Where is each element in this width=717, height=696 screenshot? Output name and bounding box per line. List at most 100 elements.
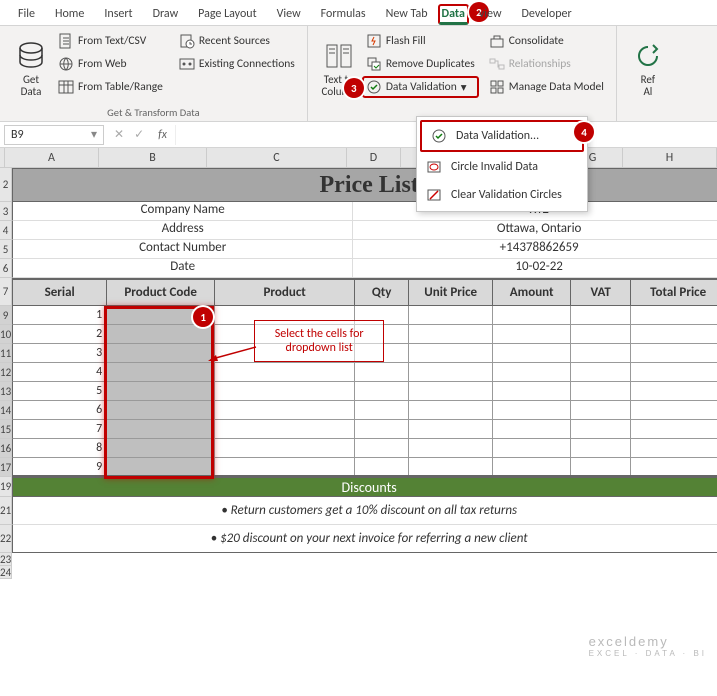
from-text-csv-button[interactable]: From Text/CSV	[54, 30, 167, 52]
cell[interactable]	[493, 382, 571, 400]
cell[interactable]	[631, 420, 717, 438]
cell[interactable]	[215, 382, 355, 400]
cell[interactable]: 4	[13, 363, 107, 381]
recent-sources-button[interactable]: Recent Sources	[175, 30, 299, 52]
cell[interactable]	[355, 439, 409, 457]
cell[interactable]	[571, 363, 631, 381]
cell[interactable]: 9	[13, 458, 107, 475]
cell[interactable]	[571, 344, 631, 362]
tab-view[interactable]: View	[267, 3, 311, 25]
refresh-all-button[interactable]: Ref Al	[625, 30, 671, 106]
cell[interactable]	[493, 363, 571, 381]
cell[interactable]	[571, 439, 631, 457]
row-header-2[interactable]: 2	[0, 168, 12, 202]
cell[interactable]	[571, 306, 631, 324]
row-header-16[interactable]: 16	[0, 439, 12, 458]
column-header-D[interactable]: D	[347, 148, 401, 168]
tab-data[interactable]: Data 2	[438, 4, 469, 25]
row-header-4[interactable]: 4	[0, 221, 12, 240]
cell[interactable]	[107, 401, 215, 419]
get-data-button[interactable]: Get Data	[8, 30, 54, 106]
cell[interactable]	[409, 420, 493, 438]
cell[interactable]: 7	[13, 420, 107, 438]
cell[interactable]	[409, 344, 493, 362]
cell[interactable]	[631, 325, 717, 343]
column-header-B[interactable]: B	[99, 148, 207, 168]
flash-fill-button[interactable]: Flash Fill	[362, 30, 479, 52]
cell[interactable]	[107, 458, 215, 475]
tab-review[interactable]: view	[469, 3, 512, 25]
cell[interactable]	[409, 439, 493, 457]
tab-new-tab[interactable]: New Tab	[376, 3, 438, 25]
cell[interactable]	[215, 439, 355, 457]
from-table-range-button[interactable]: From Table/Range	[54, 76, 167, 98]
from-web-button[interactable]: From Web	[54, 53, 167, 75]
row-header-10[interactable]: 10	[0, 325, 12, 344]
row-header-13[interactable]: 13	[0, 382, 12, 401]
cell[interactable]	[215, 420, 355, 438]
cell[interactable]	[215, 401, 355, 419]
cell[interactable]	[409, 382, 493, 400]
cell[interactable]	[493, 325, 571, 343]
cell[interactable]	[355, 458, 409, 475]
tab-home[interactable]: Home	[45, 3, 94, 25]
row-header-7[interactable]: 7	[0, 278, 12, 306]
cell[interactable]	[631, 344, 717, 362]
column-header-C[interactable]: C	[207, 148, 347, 168]
row-header-15[interactable]: 15	[0, 420, 12, 439]
cell[interactable]	[571, 325, 631, 343]
cell[interactable]	[107, 382, 215, 400]
column-header-H[interactable]: H	[623, 148, 717, 168]
cell[interactable]	[493, 306, 571, 324]
cell[interactable]	[355, 420, 409, 438]
cancel-icon[interactable]: ✕	[114, 127, 124, 142]
enter-icon[interactable]: ✓	[134, 127, 144, 142]
cell[interactable]	[355, 401, 409, 419]
manage-data-model-button[interactable]: Manage Data Model	[485, 76, 608, 98]
cell[interactable]	[631, 439, 717, 457]
cell[interactable]	[107, 344, 215, 362]
row-header-11[interactable]: 11	[0, 344, 12, 363]
cell[interactable]	[409, 401, 493, 419]
cell[interactable]: 5	[13, 382, 107, 400]
row-header-24[interactable]: 24	[0, 566, 12, 579]
cell[interactable]	[493, 420, 571, 438]
dropdown-data-validation[interactable]: Data Validation... 4	[420, 120, 584, 152]
tab-file[interactable]: File	[8, 3, 45, 25]
tab-page-layout[interactable]: Page Layout	[188, 3, 266, 25]
cell[interactable]	[107, 325, 215, 343]
cell[interactable]	[409, 325, 493, 343]
cell[interactable]: 3	[13, 344, 107, 362]
cell[interactable]	[215, 458, 355, 475]
cell[interactable]	[493, 458, 571, 475]
consolidate-button[interactable]: Consolidate	[485, 30, 608, 52]
row-header-14[interactable]: 14	[0, 401, 12, 420]
cell[interactable]: 6	[13, 401, 107, 419]
cells-area[interactable]: Price List Company NameXYZAddressOttawa,…	[12, 168, 717, 579]
cell[interactable]: 1	[13, 306, 107, 324]
tab-developer[interactable]: Developer	[512, 3, 582, 25]
cell[interactable]	[107, 363, 215, 381]
row-header-17[interactable]: 17	[0, 458, 12, 477]
cell[interactable]: 2	[13, 325, 107, 343]
cell[interactable]	[409, 306, 493, 324]
row-header-3[interactable]: 3	[0, 202, 12, 221]
fx-label[interactable]: fx	[150, 128, 175, 142]
dropdown-clear-circles[interactable]: Clear Validation Circles	[417, 181, 587, 209]
cell[interactable]	[355, 363, 409, 381]
cell[interactable]	[215, 363, 355, 381]
existing-connections-button[interactable]: Existing Connections	[175, 53, 299, 75]
cell[interactable]	[631, 382, 717, 400]
cell[interactable]: 8	[13, 439, 107, 457]
cell[interactable]	[107, 439, 215, 457]
tab-draw[interactable]: Draw	[143, 3, 189, 25]
row-header-5[interactable]: 5	[0, 240, 12, 259]
cell[interactable]	[107, 420, 215, 438]
tab-formulas[interactable]: Formulas	[311, 3, 376, 25]
cell[interactable]	[631, 401, 717, 419]
cell[interactable]	[571, 458, 631, 475]
cell[interactable]	[409, 363, 493, 381]
row-header-6[interactable]: 6	[0, 259, 12, 278]
row-header-23[interactable]: 23	[0, 553, 12, 566]
cell[interactable]	[107, 306, 215, 324]
